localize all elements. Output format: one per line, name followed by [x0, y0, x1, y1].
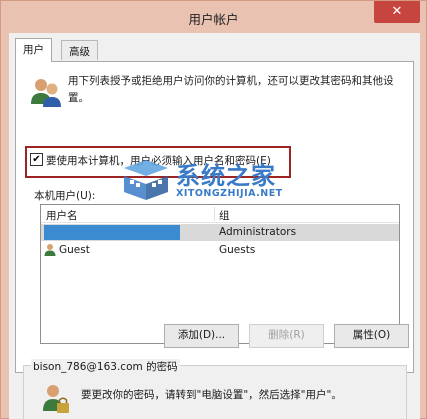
watermark-subtitle: XITONGZHIJIA.NET: [176, 188, 283, 199]
user-icon: [44, 244, 56, 256]
local-users-label: 本机用户(U):: [34, 190, 96, 202]
table-row[interactable]: Administrators: [41, 224, 399, 241]
password-instruction-text: 要更改你的密码，请转到"电脑设置"，然后选择"用户"。: [81, 389, 342, 401]
users-list[interactable]: 用户名 组 Administrators Guest Guests: [40, 204, 400, 344]
user-name: Guest: [59, 244, 90, 256]
title-bar[interactable]: 用户帐户 ✕: [1, 1, 426, 33]
checkmark-icon: ✔: [32, 154, 41, 165]
user-group: Administrators: [219, 226, 297, 238]
user-group: Guests: [219, 244, 256, 256]
close-icon: ✕: [391, 4, 403, 19]
user-accounts-window: 用户帐户 ✕ 用户 高级 用下列表授予或拒绝用户访问你的计算机，还可以更改其密码…: [0, 0, 427, 419]
table-row[interactable]: Guest Guests: [41, 242, 399, 259]
password-groupbox-title: bison_786@163.com 的密码: [31, 359, 180, 374]
properties-button[interactable]: 属性(O): [334, 324, 409, 348]
watermark-logo-icon: [124, 160, 168, 200]
require-login-checkbox[interactable]: ✔: [30, 153, 43, 166]
user-password-icon: [43, 385, 69, 413]
window-title: 用户帐户: [188, 12, 239, 27]
dialog-client-area: 用户 高级 用下列表授予或拒绝用户访问你的计算机，还可以更改其密码和其他设置。 …: [9, 33, 420, 419]
selected-user-name: [44, 225, 180, 240]
tab-advanced[interactable]: 高级: [61, 40, 98, 60]
tab-users[interactable]: 用户: [15, 38, 52, 62]
users-icon: [31, 79, 61, 107]
add-button[interactable]: 添加(D)...: [164, 324, 239, 348]
watermark-title: 系统之家: [176, 161, 276, 190]
watermark-logo: 系统之家 XITONGZHIJIA.NET: [120, 154, 350, 214]
column-username[interactable]: 用户名: [46, 208, 78, 223]
close-button[interactable]: ✕: [374, 1, 420, 23]
remove-button[interactable]: 删除(R): [249, 324, 324, 348]
description-text: 用下列表授予或拒绝用户访问你的计算机，还可以更改其密码和其他设置。: [68, 75, 394, 104]
